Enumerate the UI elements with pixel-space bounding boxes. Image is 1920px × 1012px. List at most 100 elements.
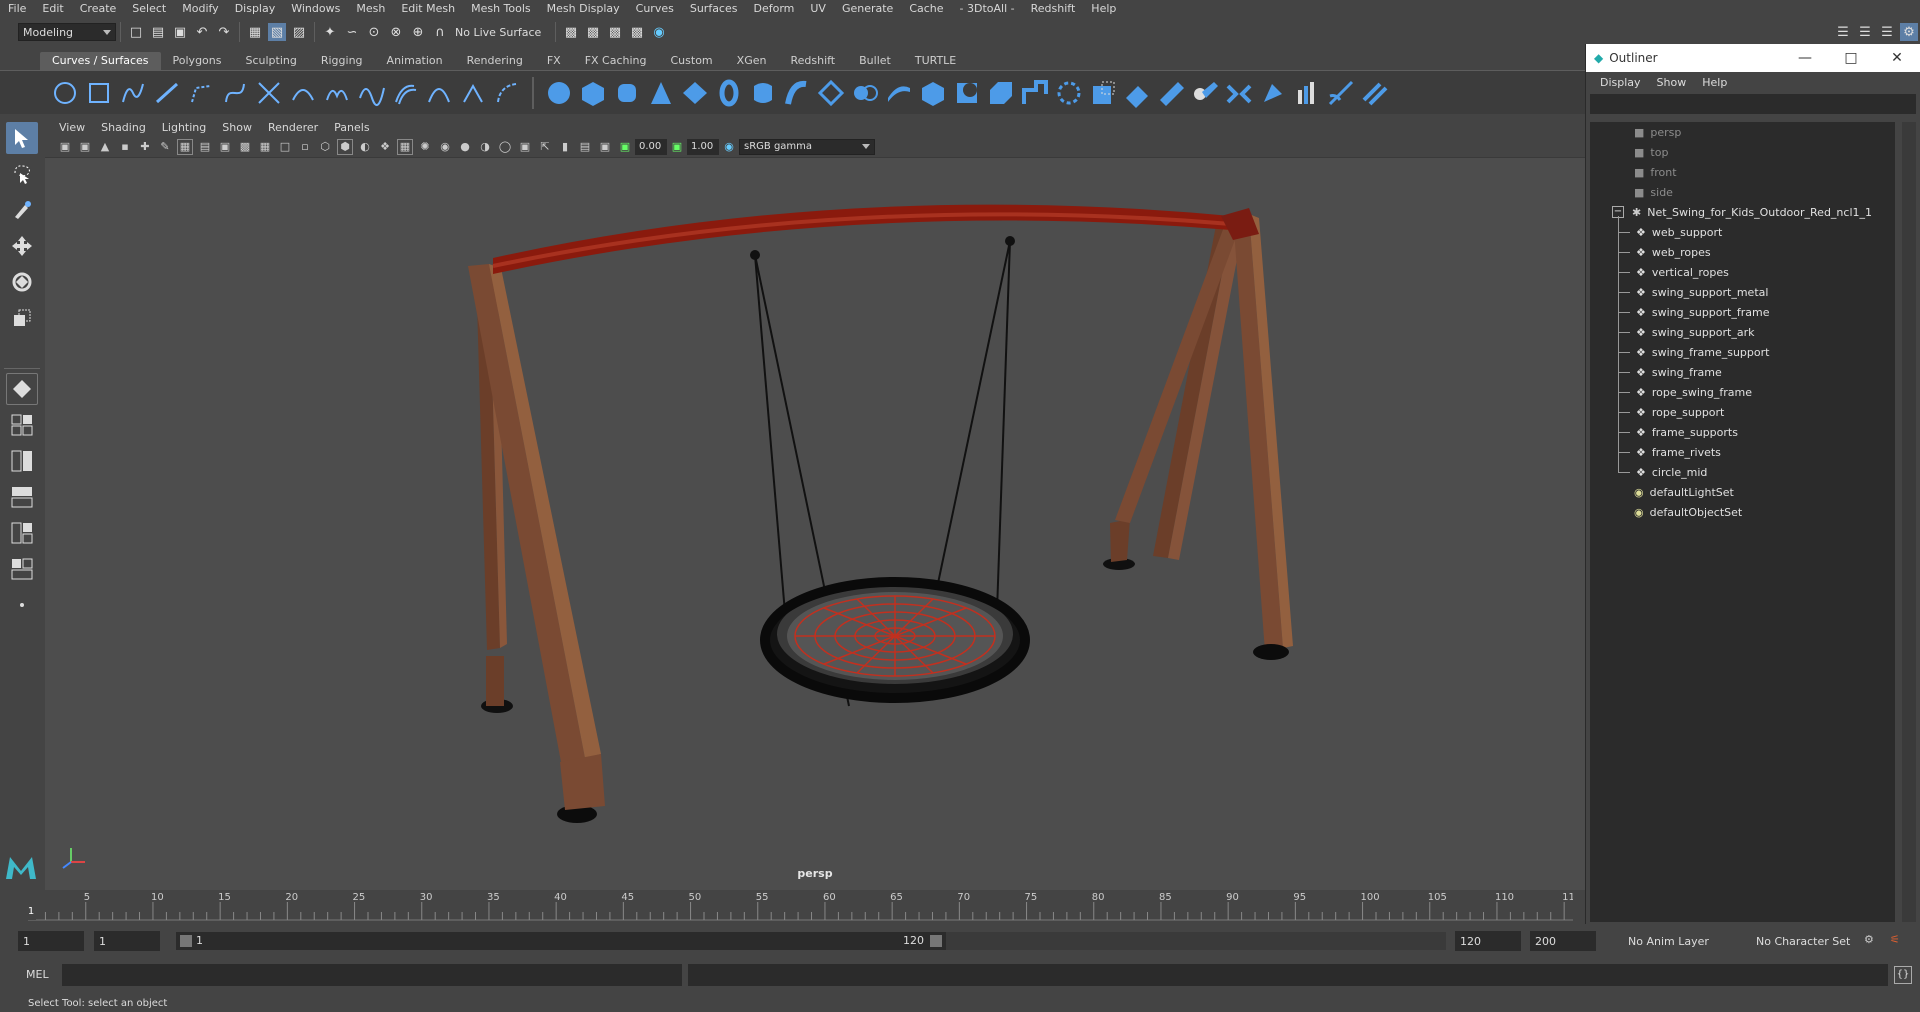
outliner-menu-help[interactable]: Help bbox=[1694, 76, 1735, 89]
tab-curves-surfaces[interactable]: Curves / Surfaces bbox=[40, 52, 161, 70]
outliner-item-front[interactable]: ■ front bbox=[1634, 162, 1677, 182]
exposure-icon[interactable]: ▣ bbox=[617, 139, 633, 155]
insert-isoparms-icon[interactable] bbox=[1292, 78, 1322, 108]
menu-windows[interactable]: Windows bbox=[283, 2, 348, 15]
bevel-icon[interactable] bbox=[986, 78, 1016, 108]
extend-surfaces-icon[interactable] bbox=[1326, 78, 1356, 108]
outliner-item-swing-support-frame[interactable]: ❖ swing_support_frame bbox=[1618, 302, 1769, 322]
curve-rebuild-icon[interactable] bbox=[424, 78, 454, 108]
animation-end-field[interactable]: 200 bbox=[1530, 931, 1596, 951]
curve-offset-icon[interactable] bbox=[390, 78, 420, 108]
tab-custom[interactable]: Custom bbox=[659, 52, 725, 70]
last-tool-icon[interactable] bbox=[6, 373, 38, 405]
isolate-select-icon[interactable]: ⇱ bbox=[537, 139, 553, 155]
lasso-tool-icon[interactable] bbox=[6, 158, 38, 190]
nurbs-cube-icon[interactable] bbox=[578, 78, 608, 108]
hypershade-icon[interactable]: ◉ bbox=[650, 23, 668, 41]
outliner-item-default-object-set[interactable]: ◉ defaultObjectSet bbox=[1634, 502, 1742, 522]
anim-layer-dropdown[interactable]: No Anim Layer bbox=[1622, 931, 1734, 951]
layout-four-panes-icon[interactable] bbox=[6, 409, 38, 441]
playback-end-field[interactable]: 120 bbox=[1455, 931, 1521, 951]
viewport-menu-panels[interactable]: Panels bbox=[326, 121, 377, 134]
shadows-icon[interactable]: ◉ bbox=[437, 139, 453, 155]
tab-fx[interactable]: FX bbox=[535, 52, 573, 70]
outliner-item-swing-support-metal[interactable]: ❖ swing_support_metal bbox=[1618, 282, 1768, 302]
bookmark-icon[interactable]: ▲ bbox=[97, 139, 113, 155]
menu-cache[interactable]: Cache bbox=[901, 2, 951, 15]
motion-blur-icon[interactable]: ◑ bbox=[477, 139, 493, 155]
paint-select-tool-icon[interactable] bbox=[6, 194, 38, 226]
save-scene-icon[interactable]: ▣ bbox=[171, 23, 189, 41]
close-icon[interactable]: ✕ bbox=[1874, 50, 1920, 66]
use-all-lights-icon[interactable]: ✺ bbox=[417, 139, 433, 155]
viewport-menu-renderer[interactable]: Renderer bbox=[260, 121, 326, 134]
outliner-item-circle-mid[interactable]: ❖ circle_mid bbox=[1618, 462, 1707, 482]
safe-title-icon[interactable]: ▫ bbox=[297, 139, 313, 155]
tab-bullet[interactable]: Bullet bbox=[847, 52, 903, 70]
tab-xgen[interactable]: XGen bbox=[725, 52, 779, 70]
gamma-icon[interactable]: ▣ bbox=[669, 139, 685, 155]
scale-tool-icon[interactable] bbox=[6, 302, 38, 334]
birail-icon[interactable] bbox=[884, 78, 914, 108]
nurbs-sphere-icon[interactable] bbox=[544, 78, 574, 108]
open-close-icon[interactable] bbox=[1258, 78, 1288, 108]
scene-canvas[interactable] bbox=[45, 158, 1585, 890]
pencil-curve-icon[interactable] bbox=[186, 78, 216, 108]
detach-surfaces-icon[interactable] bbox=[1190, 78, 1220, 108]
layout-three-panes-icon[interactable] bbox=[6, 517, 38, 549]
xray-components-icon[interactable]: ▣ bbox=[597, 139, 613, 155]
outliner-item-swing-frame[interactable]: ❖ swing_frame bbox=[1618, 362, 1722, 382]
tool-settings-icon[interactable]: ⚙ bbox=[1900, 23, 1918, 41]
layout-two-panes-icon[interactable] bbox=[6, 445, 38, 477]
project-curve-icon[interactable] bbox=[1054, 78, 1084, 108]
rotate-tool-icon[interactable] bbox=[6, 266, 38, 298]
time-slider[interactable]: 5 10 15 20 25 30 35 40 45 50 55 60 65 70 75 80 85 90 95 100… bbox=[0, 890, 1585, 922]
nurbs-cylinder-icon[interactable] bbox=[612, 78, 642, 108]
snap-surface-icon[interactable]: ⊕ bbox=[409, 23, 427, 41]
script-editor-icon[interactable]: {} bbox=[1894, 966, 1912, 984]
outliner-item-web-support[interactable]: ❖ web_support bbox=[1618, 222, 1722, 242]
attribute-editor-icon[interactable]: ☰ bbox=[1878, 23, 1896, 41]
magnet-icon[interactable]: ∩ bbox=[431, 23, 449, 41]
nurbs-cone-icon[interactable] bbox=[646, 78, 676, 108]
snap-curve-icon[interactable]: ∽ bbox=[343, 23, 361, 41]
current-frame-marker[interactable]: 1 bbox=[26, 906, 36, 920]
outliner-item-rope-support[interactable]: ❖ rope_support bbox=[1618, 402, 1724, 422]
attach-surfaces-icon[interactable] bbox=[1156, 78, 1186, 108]
xray-icon[interactable]: ▮ bbox=[557, 139, 573, 155]
mode-dropdown[interactable]: Modeling bbox=[18, 23, 116, 41]
film-gate-icon[interactable]: ▤ bbox=[197, 139, 213, 155]
textured-icon[interactable]: ▦ bbox=[397, 138, 413, 155]
tab-redshift[interactable]: Redshift bbox=[778, 52, 847, 70]
curve-detach-icon[interactable] bbox=[356, 78, 386, 108]
swing-seat[interactable] bbox=[760, 577, 1030, 703]
outliner-item-side[interactable]: ■ side bbox=[1634, 182, 1673, 202]
undo-icon[interactable]: ↶ bbox=[193, 23, 211, 41]
nurbs-circle-icon[interactable] bbox=[50, 78, 80, 108]
live-surface-field[interactable]: No Live Surface bbox=[451, 23, 551, 41]
screen-space-ao-icon[interactable]: ● bbox=[457, 139, 473, 155]
align-surfaces-icon[interactable] bbox=[1224, 78, 1254, 108]
outliner-item-frame-rivets[interactable]: ❖ frame_rivets bbox=[1618, 442, 1721, 462]
minimize-icon[interactable]: — bbox=[1782, 50, 1828, 66]
menu-display[interactable]: Display bbox=[227, 2, 284, 15]
menu-help[interactable]: Help bbox=[1083, 2, 1124, 15]
menu-surfaces[interactable]: Surfaces bbox=[682, 2, 746, 15]
outliner-item-swing-frame-support[interactable]: ❖ swing_frame_support bbox=[1618, 342, 1769, 362]
tab-rigging[interactable]: Rigging bbox=[309, 52, 375, 70]
tab-rendering[interactable]: Rendering bbox=[455, 52, 535, 70]
curve-reverse-icon[interactable] bbox=[458, 78, 488, 108]
menu-deform[interactable]: Deform bbox=[745, 2, 802, 15]
loft-icon[interactable] bbox=[782, 78, 812, 108]
outliner-menu-show[interactable]: Show bbox=[1649, 76, 1695, 89]
command-input[interactable] bbox=[62, 964, 682, 986]
curve-attach-icon[interactable] bbox=[322, 78, 352, 108]
menu-modify[interactable]: Modify bbox=[174, 2, 226, 15]
curve-intersect-icon[interactable] bbox=[254, 78, 284, 108]
use-default-material-icon[interactable]: ◐ bbox=[357, 139, 373, 155]
camera-icon[interactable]: ▣ bbox=[57, 139, 73, 155]
move-tool-icon[interactable] bbox=[6, 230, 38, 262]
curve-extend-icon[interactable] bbox=[492, 78, 522, 108]
outliner-item-top[interactable]: ■ top bbox=[1634, 142, 1668, 162]
untrim-icon[interactable] bbox=[1122, 78, 1152, 108]
